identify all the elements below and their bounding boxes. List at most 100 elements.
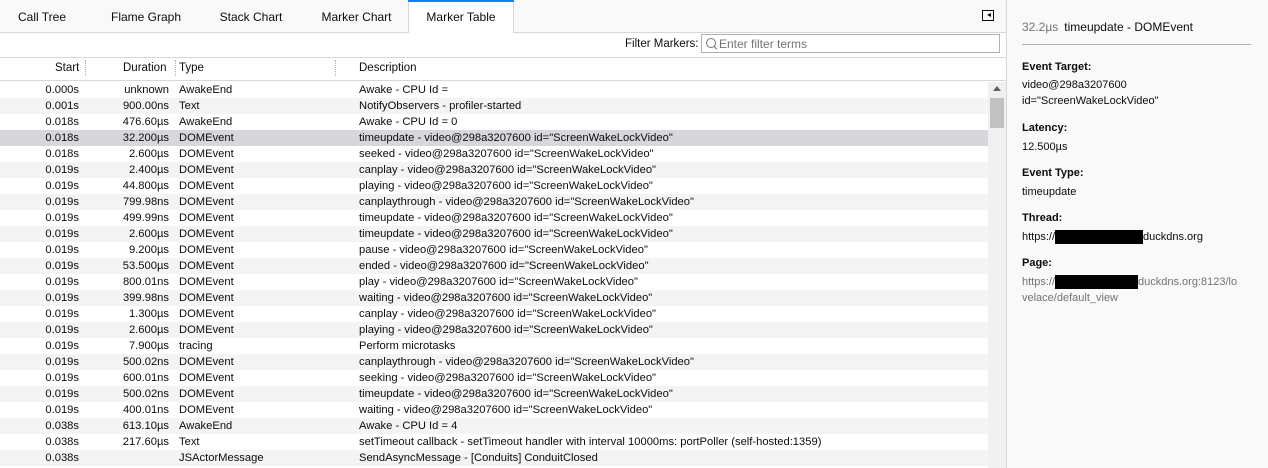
marker-sidebar: 32.2µs timeupdate - DOMEvent Event Target… — [1006, 0, 1268, 468]
cell-description: seeked - video@298a3207600 id="ScreenWak… — [359, 148, 654, 160]
table-row[interactable]: 0.000s unknown AwakeEnd Awake - CPU Id = — [0, 82, 988, 98]
cell-duration: 500.02ns — [122, 388, 169, 400]
tab-bar: Call Tree Flame Graph Stack Chart Marker… — [0, 0, 1006, 33]
cell-description: timeupdate - video@298a3207600 id="Scree… — [359, 132, 673, 144]
table-row[interactable]: 0.019s 800.01ns DOMEvent play - video@298a3… — [0, 274, 988, 290]
column-divider[interactable] — [85, 60, 86, 76]
cell-type: DOMEvent — [179, 388, 234, 400]
cell-duration: 499.99ns — [122, 212, 169, 224]
table-row[interactable]: 0.018s 476.60µs AwakeEnd Awake - CPU Id = 0 — [0, 114, 988, 130]
cell-type: DOMEvent — [179, 148, 234, 160]
table-row[interactable]: 0.019s 799.98ns DOMEvent canplaythrough - v… — [0, 194, 988, 210]
table-row[interactable]: 0.038s 613.10µs AwakeEnd Awake - CPU Id = 4 — [0, 418, 988, 434]
redacted-block — [1055, 275, 1139, 290]
cell-description: NotifyObservers - profiler-started — [359, 100, 522, 112]
sidebar-marker-name: timeupdate - DOMEvent — [1064, 20, 1193, 34]
table-row[interactable]: 0.019s 500.02ns DOMEvent canplaythrough - v… — [0, 354, 988, 370]
latency-value: 12.500µs — [1022, 141, 1068, 153]
cell-description: setTimeout callback - setTimeout handler… — [359, 436, 822, 448]
cell-description: play - video@298a3207600 id="ScreenWakeL… — [359, 276, 638, 288]
table-row[interactable]: 0.019s 400.01ns DOMEvent waiting - video@29… — [0, 402, 988, 418]
scroll-up-arrow-icon[interactable] — [993, 86, 1001, 91]
column-header-start[interactable]: Start — [55, 62, 79, 74]
cell-duration: 400.01ns — [122, 404, 169, 416]
tab-marker-table[interactable]: Marker Table — [408, 0, 514, 33]
cell-duration: 799.98ns — [122, 196, 169, 208]
cell-start: 0.000s — [45, 84, 79, 96]
table-row[interactable]: 0.019s 499.99ns DOMEvent timeupdate - video… — [0, 210, 988, 226]
cell-type: AwakeEnd — [179, 116, 233, 128]
cell-description: playing - video@298a3207600 id="ScreenWa… — [359, 180, 653, 192]
table-row[interactable]: 0.019s 7.900µs tracing Perform microtasks — [0, 338, 988, 354]
cell-type: DOMEvent — [179, 132, 234, 144]
tab-call-tree[interactable]: Call Tree — [0, 0, 84, 32]
table-row[interactable]: 0.019s 44.800µs DOMEvent playing - video@29… — [0, 178, 988, 194]
table-row[interactable]: 0.019s 600.01ns DOMEvent seeking - video@29… — [0, 370, 988, 386]
cell-description: canplay - video@298a3207600 id="ScreenWa… — [359, 164, 657, 176]
search-icon — [706, 38, 716, 48]
cell-duration: 32.200µs — [122, 132, 169, 144]
cell-start: 0.019s — [45, 180, 79, 192]
cell-type: AwakeEnd — [179, 84, 233, 96]
cell-description: SendAsyncMessage - [Conduits] ConduitClo… — [359, 452, 598, 464]
filter-markers-label: Filter Markers: — [625, 38, 699, 50]
table-row[interactable]: 0.038s 217.60µs Text setTimeout callback - … — [0, 434, 988, 450]
table-header: Start Duration Type Description — [0, 58, 1006, 81]
cell-duration: 476.60µs — [122, 116, 169, 128]
filter-input[interactable] — [719, 36, 994, 51]
vertical-scrollbar[interactable] — [988, 82, 1006, 468]
column-divider[interactable] — [335, 60, 336, 76]
cell-start: 0.038s — [45, 452, 79, 464]
table-row[interactable]: 0.019s 53.500µs DOMEvent ended - video@298a… — [0, 258, 988, 274]
cell-description: ended - video@298a3207600 id="ScreenWake… — [359, 260, 649, 272]
cell-type: AwakeEnd — [179, 420, 233, 432]
thread-label: Thread: — [1022, 212, 1063, 224]
table-row[interactable]: 0.038s JSActorMessage SendAsyncMessage - [… — [0, 450, 988, 466]
cell-start: 0.019s — [45, 372, 79, 384]
table-row[interactable]: 0.019s 399.98ns DOMEvent waiting - video@29… — [0, 290, 988, 306]
event-target-value-line1: video@298a3207600 — [1022, 79, 1127, 91]
tab-flame-graph[interactable]: Flame Graph — [98, 0, 194, 32]
cell-description: seeking - video@298a3207600 id="ScreenWa… — [359, 372, 657, 384]
table-row[interactable]: 0.018s 2.600µs DOMEvent seeked - video@298a… — [0, 146, 988, 162]
page-value-line1: https:// duckdns.org:8123/lo — [1022, 274, 1237, 290]
column-header-duration[interactable]: Duration — [123, 62, 166, 74]
tab-stack-chart[interactable]: Stack Chart — [205, 0, 297, 32]
cell-start: 0.019s — [45, 308, 79, 320]
table-row[interactable]: 0.001s 900.00ns Text NotifyObservers - prof… — [0, 98, 988, 114]
cell-duration: 9.200µs — [128, 244, 169, 256]
cell-type: DOMEvent — [179, 324, 234, 336]
cell-start: 0.019s — [45, 404, 79, 416]
cell-type: DOMEvent — [179, 244, 234, 256]
cell-type: DOMEvent — [179, 164, 234, 176]
cell-start: 0.018s — [45, 116, 79, 128]
column-header-description[interactable]: Description — [359, 62, 417, 74]
table-row[interactable]: 0.019s 2.600µs DOMEvent timeupdate - video@… — [0, 226, 988, 242]
filter-input-container[interactable] — [701, 34, 1000, 53]
cell-start: 0.019s — [45, 340, 79, 352]
table-row[interactable]: 0.019s 2.400µs DOMEvent canplay - video@298… — [0, 162, 988, 178]
column-divider[interactable] — [175, 60, 176, 76]
cell-type: DOMEvent — [179, 372, 234, 384]
column-header-type[interactable]: Type — [179, 62, 204, 74]
cell-start: 0.019s — [45, 356, 79, 368]
page-url-prefix: https:// — [1022, 276, 1056, 288]
tab-marker-chart[interactable]: Marker Chart — [306, 0, 407, 32]
table-row[interactable]: 0.019s 500.02ns DOMEvent timeupdate - video… — [0, 386, 988, 402]
cell-duration: 600.01ns — [122, 372, 169, 384]
cell-description: waiting - video@298a3207600 id="ScreenWa… — [359, 404, 653, 416]
cell-start: 0.038s — [45, 436, 79, 448]
scrollbar-thumb[interactable] — [990, 98, 1004, 128]
event-type-value: timeupdate — [1022, 186, 1077, 198]
cell-type: DOMEvent — [179, 180, 234, 192]
cell-start: 0.019s — [45, 324, 79, 336]
cell-start: 0.019s — [45, 164, 79, 176]
table-row[interactable]: 0.019s 2.600µs DOMEvent playing - video@298… — [0, 322, 988, 338]
cell-duration: 613.10µs — [122, 420, 169, 432]
table-row[interactable]: 0.018s 32.200µs DOMEvent timeupdate - video… — [0, 130, 988, 146]
sidebar-toggle-icon[interactable] — [982, 10, 994, 21]
cell-duration: 44.800µs — [122, 180, 169, 192]
table-row[interactable]: 0.019s 1.300µs DOMEvent canplay - video@298… — [0, 306, 988, 322]
cell-duration: 217.60µs — [122, 436, 169, 448]
table-row[interactable]: 0.019s 9.200µs DOMEvent pause - video@298a3… — [0, 242, 988, 258]
